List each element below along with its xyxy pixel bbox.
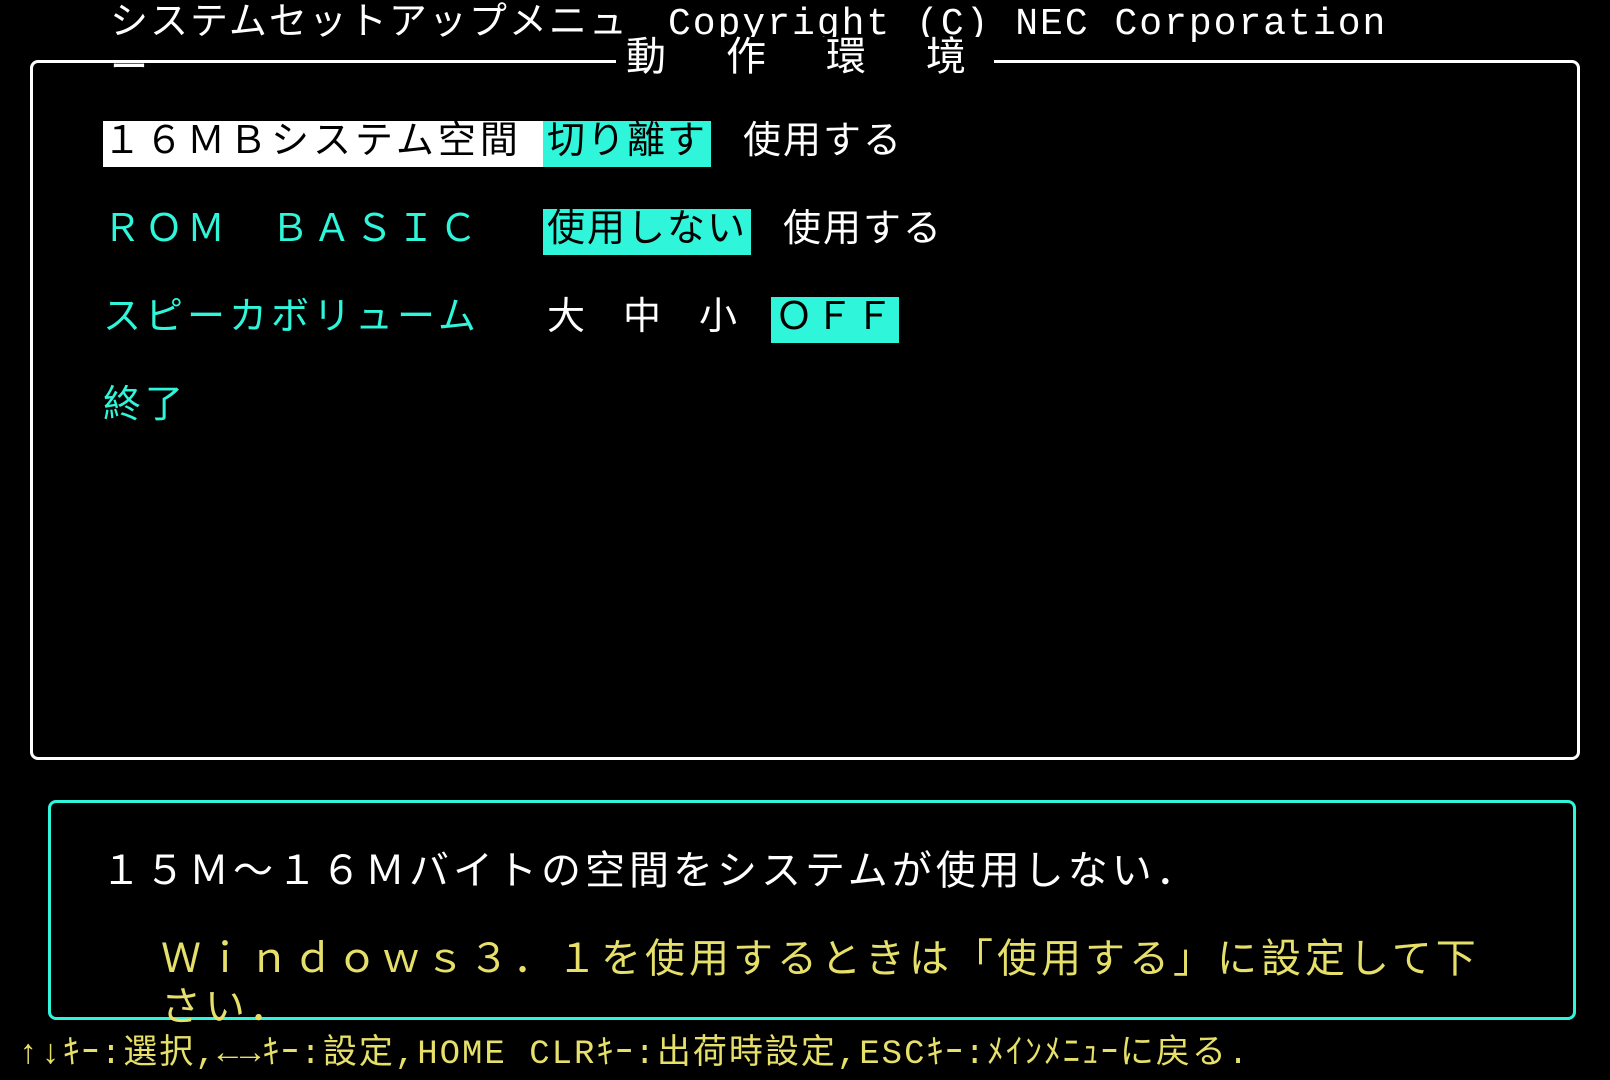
panel-title: 動 作 環 境 [616,37,994,85]
setting-option[interactable]: 大 [543,297,591,343]
help-text-1: １５Ｍ～１６Ｍバイトの空間をシステムが使用しない． [101,851,1523,899]
setting-label[interactable]: １６ＭＢシステム空間 [103,121,543,167]
setting-option[interactable]: 中 [619,297,667,343]
setting-label[interactable]: 終了 [103,385,543,431]
setting-row[interactable]: スピーカボリューム大中小 ＯＦＦ [103,295,1537,345]
setting-option[interactable]: 小 [695,297,743,343]
setting-label[interactable]: ＲＯＭ ＢＡＳＩＣ [103,209,543,255]
setting-options: 使用しない使用する [543,209,947,255]
help-panel: １５Ｍ～１６Ｍバイトの空間をシステムが使用しない． Ｗｉｎｄｏｗｓ３．１を使用す… [48,800,1576,1020]
setting-options: 大中小 ＯＦＦ [543,297,899,343]
setting-option[interactable]: 切り離す [543,121,711,167]
settings-panel: 動 作 環 境 １６ＭＢシステム空間切り離す使用するＲＯＭ ＢＡＳＩＣ使用しない… [30,60,1580,760]
setting-label[interactable]: スピーカボリューム [103,297,543,343]
setting-option[interactable]: 使用する [739,121,907,167]
setting-option[interactable]: 使用する [779,209,947,255]
setting-row[interactable]: 終了 [103,383,1537,433]
setting-option[interactable]: 使用しない [543,209,751,255]
key-help-footer: ↑↓ｷｰ:選択,←→ｷｰ:設定,HOME CLRｷｰ:出荷時設定,ESCｷｰ:ﾒ… [18,1035,1250,1076]
setting-row[interactable]: ＲＯＭ ＢＡＳＩＣ使用しない使用する [103,207,1537,257]
setting-row[interactable]: １６ＭＢシステム空間切り離す使用する [103,119,1537,169]
bios-setup-screen: システムセットアップメニュー Copyright (C) NEC Corpora… [0,0,1610,1080]
help-text-2: Ｗｉｎｄｏｗｓ３．１を使用するときは「使用する」に設定して下さい． [161,939,1523,1035]
setting-options: 切り離す使用する [543,121,907,167]
setting-option[interactable]: ＯＦＦ [771,297,899,343]
